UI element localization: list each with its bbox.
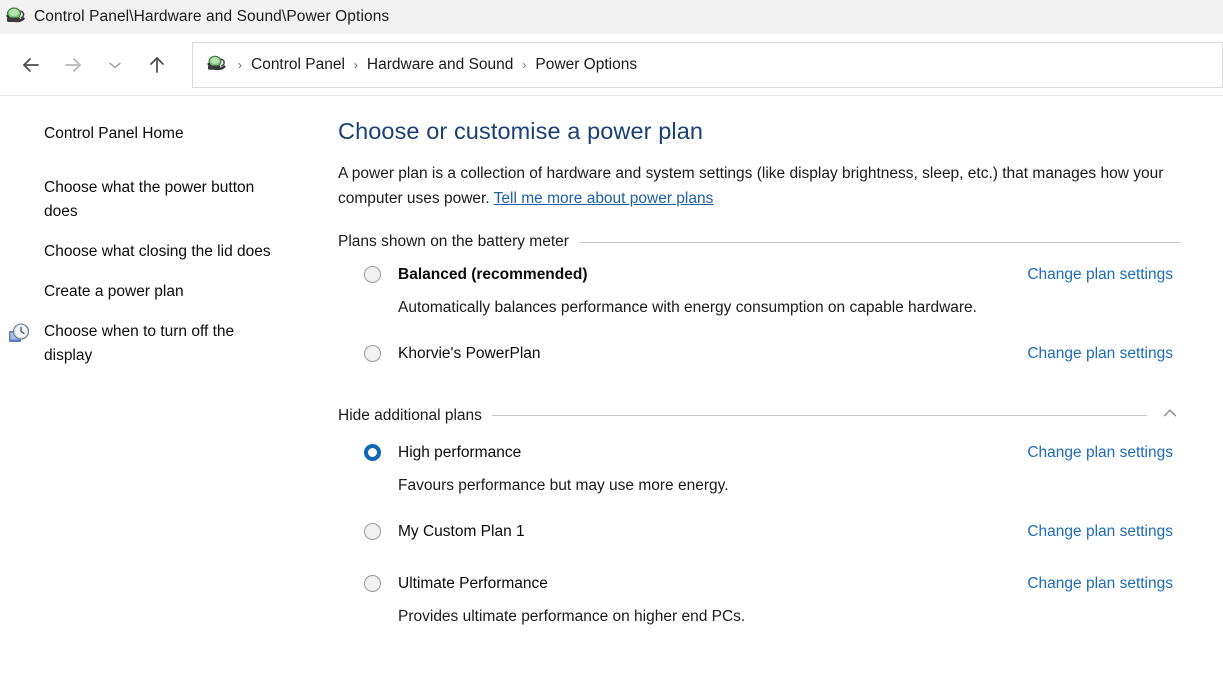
- page-description: A power plan is a collection of hardware…: [338, 161, 1203, 211]
- section-label: Plans shown on the battery meter: [338, 233, 569, 250]
- radio-button-khorvies-powerplan[interactable]: [364, 345, 381, 362]
- plan-name: Balanced (recommended): [398, 266, 588, 283]
- window-title: Control Panel\Hardware and Sound\Power O…: [34, 7, 390, 25]
- forward-button[interactable]: [52, 45, 94, 85]
- sidebar-item-label: Control Panel Home: [44, 125, 184, 142]
- sidebar-item-power-button-does[interactable]: Choose what the power button does: [0, 176, 300, 224]
- up-button[interactable]: [136, 45, 178, 85]
- window-title-bar: Control Panel\Hardware and Sound\Power O…: [0, 0, 1223, 34]
- plan-name: My Custom Plan 1: [398, 523, 525, 540]
- power-plug-icon: [205, 53, 229, 77]
- breadcrumb-item-control-panel[interactable]: Control Panel: [247, 56, 349, 74]
- plan-row-ultimate-performance[interactable]: Ultimate Performance Change plan setting…: [338, 572, 1203, 629]
- clock-display-icon: [8, 322, 30, 344]
- change-plan-settings-link[interactable]: Change plan settings: [1027, 441, 1203, 465]
- power-plug-icon: [4, 5, 28, 29]
- chevron-down-icon: [105, 55, 125, 75]
- plan-description: Automatically balances performance with …: [398, 299, 977, 316]
- sidebar-item-label: Create a power plan: [44, 283, 184, 300]
- sidebar-item-create-power-plan[interactable]: Create a power plan: [0, 280, 300, 304]
- section-divider: [491, 415, 1147, 416]
- sidebar-item-turn-off-display[interactable]: Choose when to turn off the display: [0, 320, 300, 368]
- up-arrow-icon: [145, 53, 169, 77]
- section-header-battery-meter: Plans shown on the battery meter: [338, 233, 1203, 251]
- section-divider: [578, 241, 1181, 243]
- address-bar[interactable]: › Control Panel › Hardware and Sound › P…: [192, 41, 1223, 88]
- sidebar-item-label: Choose when to turn off the display: [44, 323, 235, 364]
- breadcrumb-item-power-options[interactable]: Power Options: [531, 56, 641, 74]
- breadcrumb-separator: ›: [238, 57, 242, 72]
- sidebar: Control Panel Home Choose what the power…: [0, 96, 334, 692]
- change-plan-settings-link[interactable]: Change plan settings: [1027, 572, 1203, 596]
- plan-row-high-performance[interactable]: High performance Change plan settings Fa…: [338, 441, 1203, 498]
- recent-locations-button[interactable]: [94, 45, 136, 85]
- plan-row-balanced[interactable]: Balanced (recommended) Change plan setti…: [338, 263, 1203, 320]
- section-header-additional-plans[interactable]: Hide additional plans: [338, 402, 1203, 429]
- breadcrumb-separator: ›: [353, 57, 358, 72]
- plan-row-khorvies-powerplan[interactable]: Khorvie's PowerPlan Change plan settings: [338, 342, 1203, 372]
- plan-description: Provides ultimate performance on higher …: [398, 608, 746, 625]
- radio-button-high-performance[interactable]: [364, 444, 381, 461]
- sidebar-item-label: Choose what the power button does: [44, 179, 255, 220]
- section-label: Hide additional plans: [338, 406, 482, 424]
- plan-description: Favours performance but may use more ene…: [398, 477, 729, 494]
- navigation-bar: › Control Panel › Hardware and Sound › P…: [0, 34, 1223, 96]
- sidebar-item-control-panel-home[interactable]: Control Panel Home: [0, 122, 300, 146]
- sidebar-item-closing-lid-does[interactable]: Choose what closing the lid does: [0, 240, 300, 264]
- page-title: Choose or customise a power plan: [338, 118, 704, 144]
- page-body: Control Panel Home Choose what the power…: [0, 96, 1223, 692]
- change-plan-settings-link[interactable]: Change plan settings: [1027, 263, 1203, 287]
- radio-button-balanced[interactable]: [364, 266, 381, 283]
- content-area: Choose or customise a power plan A power…: [334, 96, 1223, 692]
- radio-button-ultimate-performance[interactable]: [364, 575, 381, 592]
- forward-arrow-icon: [61, 53, 85, 77]
- tell-me-more-link[interactable]: Tell me more about power plans: [494, 190, 714, 207]
- back-button[interactable]: [10, 45, 52, 85]
- plan-name: Ultimate Performance: [398, 575, 548, 592]
- breadcrumb-separator: ›: [522, 57, 527, 72]
- plan-name: High performance: [398, 444, 522, 461]
- back-arrow-icon: [19, 53, 43, 77]
- chevron-up-icon[interactable]: [1159, 402, 1181, 429]
- description-text: A power plan is a collection of hardware…: [338, 165, 1164, 207]
- plan-row-my-custom-plan-1[interactable]: My Custom Plan 1 Change plan settings: [338, 520, 1203, 550]
- plan-name: Khorvie's PowerPlan: [398, 345, 541, 362]
- breadcrumb-item-hardware-and-sound[interactable]: Hardware and Sound: [363, 56, 518, 74]
- radio-button-my-custom-plan-1[interactable]: [364, 523, 381, 540]
- sidebar-item-label: Choose what closing the lid does: [44, 243, 271, 260]
- change-plan-settings-link[interactable]: Change plan settings: [1027, 520, 1203, 544]
- change-plan-settings-link[interactable]: Change plan settings: [1027, 342, 1203, 366]
